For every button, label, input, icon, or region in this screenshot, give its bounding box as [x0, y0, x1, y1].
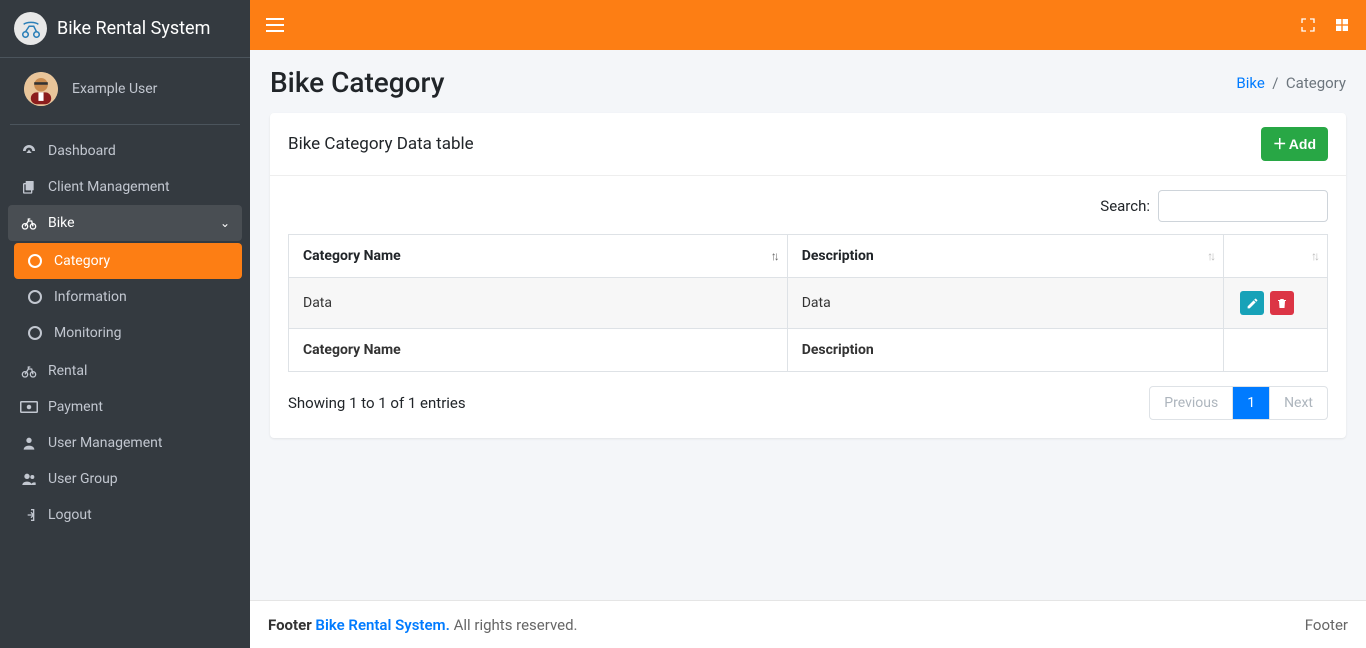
- logout-icon: [20, 507, 38, 523]
- table-row: Data Data: [289, 278, 1328, 329]
- pager-next[interactable]: Next: [1269, 387, 1327, 419]
- cell-category-name: Data: [289, 278, 788, 329]
- add-button[interactable]: ＋Add: [1261, 127, 1328, 161]
- pager-prev[interactable]: Previous: [1150, 387, 1232, 419]
- chevron-down-icon: ⌄: [220, 216, 230, 230]
- users-icon: [20, 471, 38, 487]
- user-icon: [20, 435, 38, 451]
- sidebar-sub-bike: Category Information Monitoring: [8, 241, 242, 353]
- sidebar-item-label: Client Management: [48, 179, 230, 195]
- circle-icon: [26, 254, 44, 268]
- card-title: Bike Category Data table: [288, 134, 474, 154]
- sort-icon: ↑↓: [771, 249, 777, 263]
- content: Bike Category Bike / Category Bike Categ…: [250, 50, 1366, 600]
- breadcrumb: Bike / Category: [1236, 74, 1346, 92]
- sidebar-item-label: Rental: [48, 363, 230, 379]
- sort-icon: ↑↓: [1207, 249, 1213, 263]
- footer-rights: All rights reserved.: [454, 616, 578, 634]
- add-button-label: Add: [1289, 136, 1316, 152]
- menu-toggle-icon[interactable]: [266, 17, 284, 33]
- page-title: Bike Category: [270, 66, 444, 99]
- sidebar-sub-information[interactable]: Information: [14, 279, 242, 315]
- search-row: Search:: [288, 190, 1328, 222]
- breadcrumb-current: Category: [1286, 74, 1346, 92]
- avatar: [24, 72, 58, 106]
- sidebar-item-label: Bike: [48, 215, 220, 231]
- brand[interactable]: Bike Rental System: [0, 0, 250, 58]
- bike-icon: [20, 363, 38, 379]
- pager-page-1[interactable]: 1: [1232, 387, 1269, 419]
- sidebar: Bike Rental System Example User Dashboar…: [0, 0, 250, 648]
- user-panel[interactable]: Example User: [10, 58, 240, 125]
- card-body: Search: Category Name ↑↓ Description ↑↓: [270, 176, 1346, 438]
- topbar: [250, 0, 1366, 50]
- sidebar-item-user-group[interactable]: User Group: [8, 461, 242, 497]
- table-footer: Showing 1 to 1 of 1 entries Previous 1 N…: [288, 386, 1328, 420]
- search-input[interactable]: [1158, 190, 1328, 222]
- sidebar-item-label: User Management: [48, 435, 230, 451]
- nav: Dashboard Client Management Bike ⌄ Categ…: [0, 125, 250, 541]
- cell-actions: [1224, 278, 1328, 329]
- user-name: Example User: [72, 81, 157, 97]
- edit-button[interactable]: [1240, 291, 1264, 315]
- sidebar-item-label: Payment: [48, 399, 230, 415]
- footer: Footer Bike Rental System. All rights re…: [250, 600, 1366, 648]
- sidebar-item-user-management[interactable]: User Management: [8, 425, 242, 461]
- sidebar-item-label: Category: [54, 253, 230, 269]
- sidebar-sub-monitoring[interactable]: Monitoring: [14, 315, 242, 351]
- pager: Previous 1 Next: [1149, 386, 1328, 420]
- apps-grid-icon[interactable]: [1334, 17, 1350, 33]
- sidebar-item-client-management[interactable]: Client Management: [8, 169, 242, 205]
- card: Bike Category Data table ＋Add Search: Ca…: [270, 113, 1346, 438]
- col-description[interactable]: Description ↑↓: [787, 235, 1223, 278]
- col-category-name[interactable]: Category Name ↑↓: [289, 235, 788, 278]
- plus-icon: ＋: [1273, 134, 1287, 154]
- gauge-icon: [20, 143, 38, 159]
- card-header: Bike Category Data table ＋Add: [270, 113, 1346, 176]
- sidebar-item-label: User Group: [48, 471, 230, 487]
- sidebar-item-dashboard[interactable]: Dashboard: [8, 133, 242, 169]
- breadcrumb-root[interactable]: Bike: [1236, 74, 1264, 92]
- data-table: Category Name ↑↓ Description ↑↓ ↑↓: [288, 234, 1328, 372]
- footer-left-strong: Footer: [268, 616, 312, 634]
- sort-icon: ↑↓: [1311, 249, 1317, 263]
- sidebar-item-rental[interactable]: Rental: [8, 353, 242, 389]
- page-header: Bike Category Bike / Category: [270, 66, 1346, 99]
- bike-icon: [20, 215, 38, 231]
- footer-left: Footer Bike Rental System. All rights re…: [268, 616, 578, 634]
- brand-logo-icon: [14, 12, 47, 45]
- delete-button[interactable]: [1270, 291, 1294, 315]
- circle-icon: [26, 326, 44, 340]
- sidebar-sub-category[interactable]: Category: [14, 243, 242, 279]
- sidebar-item-label: Logout: [48, 507, 230, 523]
- sidebar-item-bike[interactable]: Bike ⌄: [8, 205, 242, 241]
- money-icon: [20, 400, 38, 414]
- sidebar-item-label: Monitoring: [54, 325, 230, 341]
- brand-title: Bike Rental System: [57, 18, 210, 39]
- fullscreen-icon[interactable]: [1300, 17, 1316, 33]
- sidebar-item-label: Information: [54, 289, 230, 305]
- table-info: Showing 1 to 1 of 1 entries: [288, 394, 466, 412]
- sidebar-item-label: Dashboard: [48, 143, 230, 159]
- foot-description: Description: [787, 329, 1223, 372]
- col-actions[interactable]: ↑↓: [1224, 235, 1328, 278]
- circle-icon: [26, 290, 44, 304]
- footer-link[interactable]: Bike Rental System.: [315, 616, 449, 634]
- cell-description: Data: [787, 278, 1223, 329]
- foot-actions: [1224, 329, 1328, 372]
- foot-category-name: Category Name: [289, 329, 788, 372]
- footer-right: Footer: [1305, 616, 1348, 634]
- search-label: Search:: [1100, 197, 1150, 215]
- sidebar-item-payment[interactable]: Payment: [8, 389, 242, 425]
- sidebar-item-logout[interactable]: Logout: [8, 497, 242, 533]
- copy-icon: [20, 179, 38, 195]
